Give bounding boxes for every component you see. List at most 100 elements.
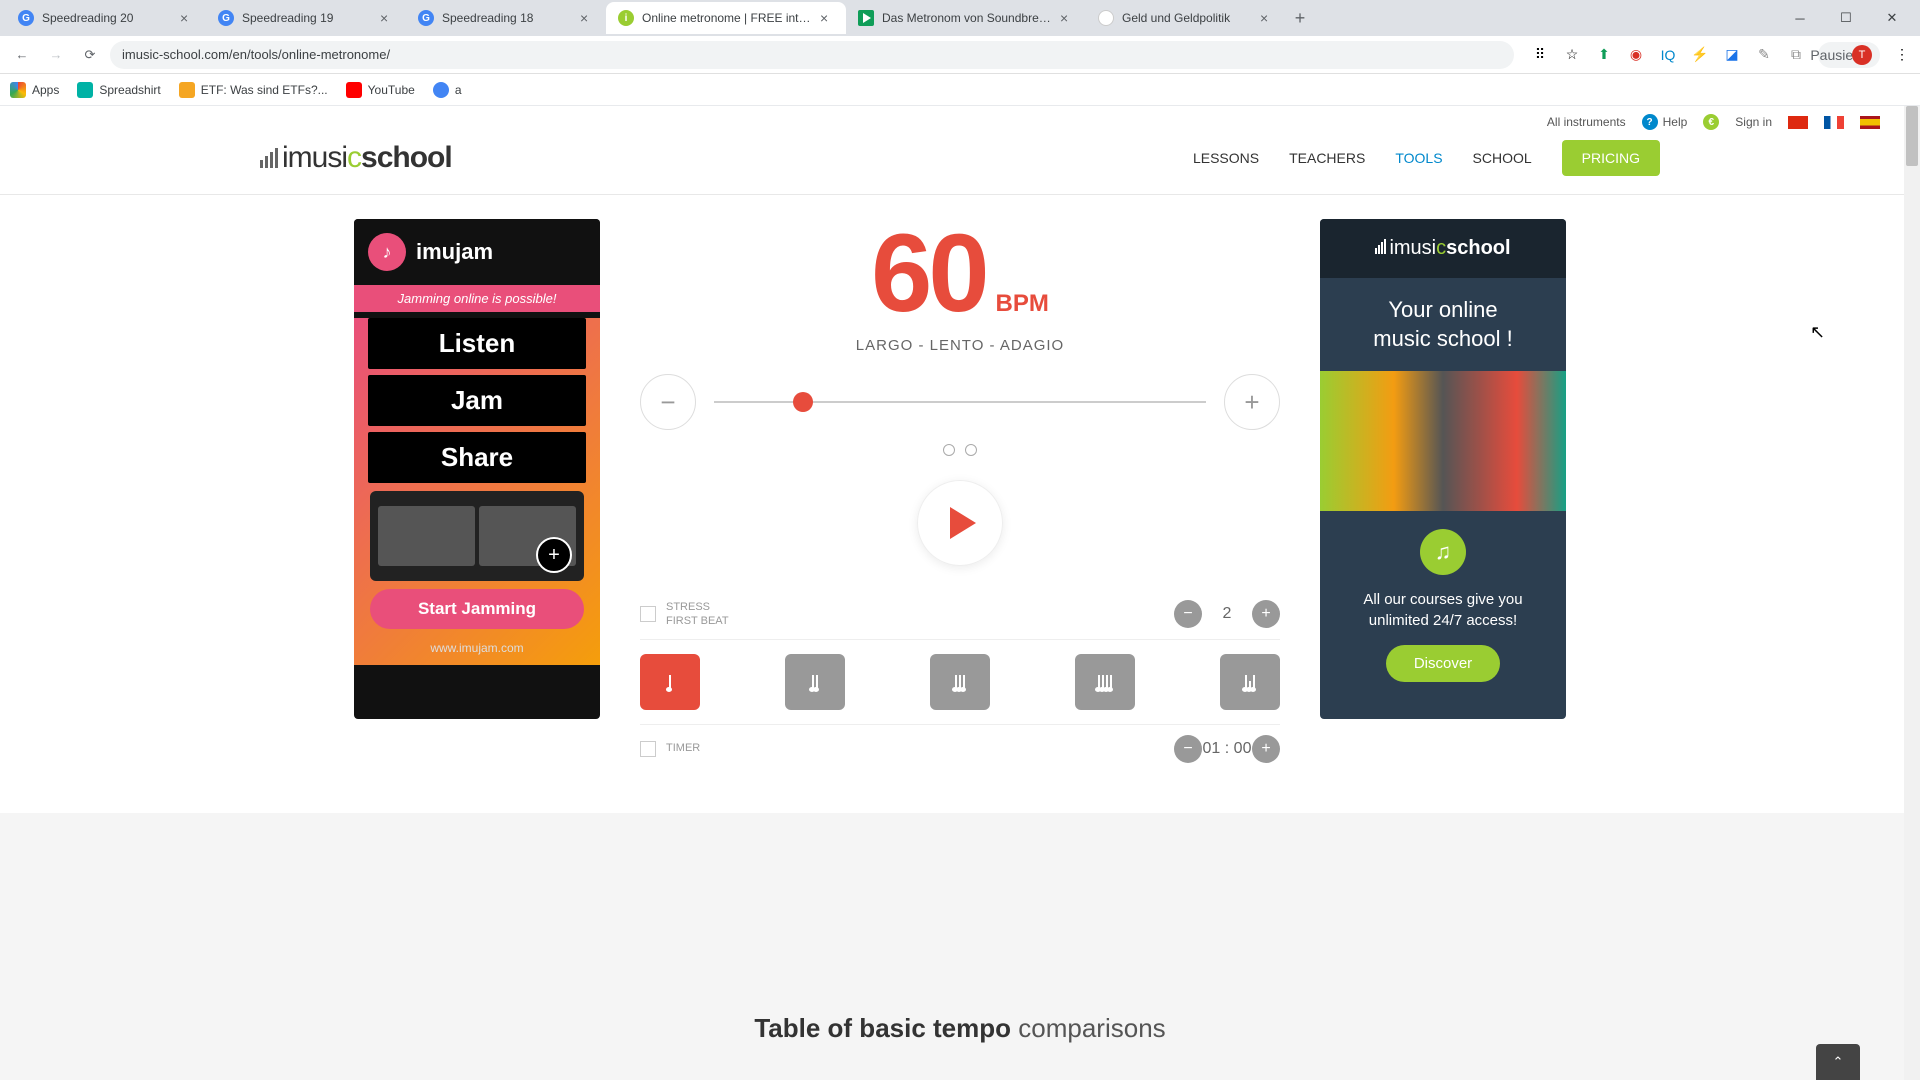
- currency-icon[interactable]: €: [1703, 114, 1719, 130]
- page-content: All instruments ?Help € Sign in imusicsc…: [0, 106, 1920, 1080]
- bookmark-star-icon[interactable]: ☆: [1562, 45, 1582, 65]
- ad-cta-button[interactable]: Start Jamming: [370, 589, 584, 629]
- minimize-button[interactable]: ─: [1778, 3, 1822, 33]
- extension-icon[interactable]: ✎: [1754, 45, 1774, 65]
- help-icon: ?: [1642, 114, 1658, 130]
- tab-3[interactable]: iOnline metronome | FREE intera×: [606, 2, 846, 34]
- bpm-slider[interactable]: [714, 401, 1206, 403]
- ad-right-logo: imusicschool: [1330, 237, 1556, 260]
- flag-cn-icon[interactable]: [1788, 116, 1808, 129]
- subdivision-3[interactable]: [930, 654, 990, 710]
- flag-fr-icon[interactable]: [1824, 116, 1844, 129]
- menu-icon[interactable]: ⋮: [1892, 45, 1912, 65]
- nav-school[interactable]: SCHOOL: [1473, 150, 1532, 166]
- beat-indicator: [640, 444, 1280, 456]
- ad-stripe: Share: [368, 432, 586, 483]
- utility-bar: All instruments ?Help € Sign in: [0, 106, 1920, 130]
- tab-5[interactable]: Geld und Geldpolitik×: [1086, 2, 1286, 34]
- bpm-slider-thumb[interactable]: [793, 392, 813, 412]
- extension-icon[interactable]: ◪: [1722, 45, 1742, 65]
- ad-mock-image: +: [370, 491, 584, 581]
- main-nav: LESSONS TEACHERS TOOLS SCHOOL PRICING: [1193, 140, 1660, 176]
- close-icon[interactable]: ×: [180, 10, 194, 26]
- bookmark-item[interactable]: YouTube: [346, 82, 415, 98]
- bookmarks-bar: Apps Spreadshirt ETF: Was sind ETFs?... …: [0, 74, 1920, 106]
- plus-icon: +: [536, 537, 572, 573]
- stress-label: STRESS FIRST BEAT: [666, 600, 729, 629]
- beats-increase-button[interactable]: +: [1252, 600, 1280, 628]
- timer-decrease-button[interactable]: −: [1174, 735, 1202, 763]
- subdivision-4[interactable]: [1075, 654, 1135, 710]
- beats-value: 2: [1202, 605, 1252, 623]
- discover-button[interactable]: Discover: [1386, 645, 1500, 682]
- tab-strip: GSpeedreading 20× GSpeedreading 19× GSpe…: [0, 0, 1920, 36]
- reload-button[interactable]: ⟳: [76, 41, 104, 69]
- ad-right[interactable]: imusicschool Your online music school ! …: [1320, 219, 1566, 719]
- nav-tools[interactable]: TOOLS: [1395, 150, 1442, 166]
- timer-checkbox[interactable]: [640, 741, 656, 757]
- browser-toolbar: ← → ⟳ imusic-school.com/en/tools/online-…: [0, 36, 1920, 74]
- extension-icon[interactable]: ⬆: [1594, 45, 1614, 65]
- site-logo[interactable]: imusicschool: [260, 141, 452, 175]
- beat-dot: [965, 444, 977, 456]
- tab-4[interactable]: Das Metronom von Soundbrenn×: [846, 2, 1086, 34]
- ad-stripe: Listen: [368, 318, 586, 369]
- extension-icon[interactable]: IQ: [1658, 45, 1678, 65]
- subdivision-1[interactable]: [640, 654, 700, 710]
- beat-dot: [943, 444, 955, 456]
- beats-decrease-button[interactable]: −: [1174, 600, 1202, 628]
- close-window-button[interactable]: ✕: [1870, 3, 1914, 33]
- ad-stripe: Jam: [368, 375, 586, 426]
- play-button[interactable]: [917, 480, 1003, 566]
- translate-icon[interactable]: ⠿: [1530, 45, 1550, 65]
- extension-icon[interactable]: ◉: [1626, 45, 1646, 65]
- profile-chip[interactable]: Pausiert T: [1818, 42, 1880, 68]
- subdivision-5[interactable]: [1220, 654, 1280, 710]
- pricing-button[interactable]: PRICING: [1562, 140, 1660, 176]
- ad-right-subtext: All our courses give you unlimited 24/7 …: [1320, 575, 1566, 645]
- close-icon[interactable]: ×: [380, 10, 394, 26]
- bookmark-item[interactable]: ETF: Was sind ETFs?...: [179, 82, 328, 98]
- extension-icon[interactable]: ⚡: [1690, 45, 1710, 65]
- vertical-scrollbar[interactable]: [1904, 106, 1920, 1080]
- help-link[interactable]: ?Help: [1642, 114, 1688, 130]
- ad-brand: imujam: [416, 239, 493, 265]
- close-icon[interactable]: ×: [1260, 10, 1274, 26]
- bpm-increase-button[interactable]: +: [1224, 374, 1280, 430]
- nav-lessons[interactable]: LESSONS: [1193, 150, 1259, 166]
- site-header: imusicschool LESSONS TEACHERS TOOLS SCHO…: [0, 130, 1920, 195]
- bookmark-item[interactable]: Spreadshirt: [77, 82, 160, 98]
- ad-url: www.imujam.com: [354, 635, 600, 665]
- bpm-decrease-button[interactable]: −: [640, 374, 696, 430]
- close-icon[interactable]: ×: [580, 10, 594, 26]
- imujam-logo-icon: ♪: [368, 233, 406, 271]
- new-tab-button[interactable]: +: [1286, 4, 1314, 32]
- timer-increase-button[interactable]: +: [1252, 735, 1280, 763]
- close-icon[interactable]: ×: [820, 10, 834, 26]
- timer-label: TIMER: [666, 741, 700, 755]
- bpm-label: BPM: [996, 290, 1049, 318]
- bookmark-item[interactable]: a: [433, 82, 462, 98]
- extension-icon[interactable]: ⧉: [1786, 45, 1806, 65]
- tab-1[interactable]: GSpeedreading 19×: [206, 2, 406, 34]
- sign-in-link[interactable]: Sign in: [1735, 115, 1772, 129]
- music-note-icon: ♫: [1420, 529, 1466, 575]
- tab-2[interactable]: GSpeedreading 18×: [406, 2, 606, 34]
- nav-teachers[interactable]: TEACHERS: [1289, 150, 1365, 166]
- subdivision-2[interactable]: [785, 654, 845, 710]
- close-icon[interactable]: ×: [1060, 10, 1074, 26]
- ad-tagline: Jamming online is possible!: [354, 285, 600, 312]
- timer-value: 01 : 00: [1202, 740, 1252, 758]
- bpm-value: 60: [871, 219, 985, 329]
- stress-checkbox[interactable]: [640, 606, 656, 622]
- flag-es-icon[interactable]: [1860, 116, 1880, 129]
- maximize-button[interactable]: ☐: [1824, 3, 1868, 33]
- back-button[interactable]: ←: [8, 41, 36, 69]
- ad-left[interactable]: ♪ imujam Jamming online is possible! Lis…: [354, 219, 600, 719]
- scroll-to-top-button[interactable]: ⌃: [1816, 1044, 1860, 1080]
- forward-button[interactable]: →: [42, 41, 70, 69]
- tab-0[interactable]: GSpeedreading 20×: [6, 2, 206, 34]
- address-bar[interactable]: imusic-school.com/en/tools/online-metron…: [110, 41, 1514, 69]
- bookmark-apps[interactable]: Apps: [10, 82, 59, 98]
- all-instruments-link[interactable]: All instruments: [1547, 115, 1626, 129]
